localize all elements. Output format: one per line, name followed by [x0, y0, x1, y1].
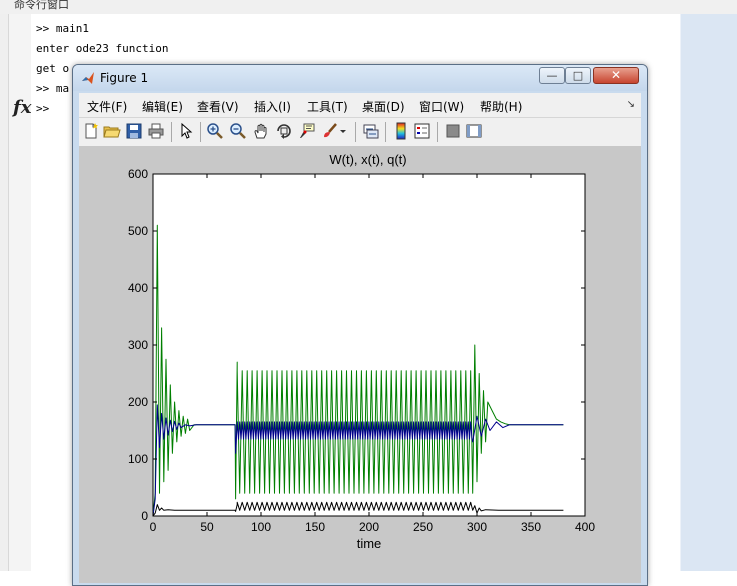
toolbar-separator [437, 122, 438, 142]
brush-icon[interactable] [321, 122, 339, 140]
y-tick-label: 200 [128, 395, 148, 409]
minimize-button[interactable]: — [539, 67, 565, 84]
colorbar-icon[interactable] [392, 122, 410, 140]
x-tick-label: 0 [150, 520, 157, 534]
menu-edit[interactable]: 编辑(E) [142, 98, 183, 115]
menu-file[interactable]: 文件(F) [87, 98, 127, 115]
command-line-4: >> ma [36, 82, 70, 95]
close-button[interactable]: ✕ [593, 67, 639, 84]
zoom-in-icon[interactable] [206, 122, 224, 140]
data-cursor-icon[interactable] [298, 122, 316, 140]
maximize-button[interactable]: □ [565, 67, 591, 84]
save-icon[interactable] [125, 122, 143, 140]
toolbar-separator [385, 122, 386, 142]
matlab-logo-icon [82, 72, 94, 84]
brush-dropdown-icon[interactable] [338, 122, 348, 140]
link-plot-icon[interactable] [362, 122, 380, 140]
menu-overflow-icon[interactable]: ↘ [627, 99, 635, 110]
pan-hand-icon[interactable] [252, 122, 270, 140]
chart-title: W(t), x(t), q(t) [329, 152, 406, 167]
x-tick-label: 300 [467, 520, 487, 534]
menu-help[interactable]: 帮助(H) [480, 98, 522, 115]
command-window-title: 命令行窗口 [0, 0, 737, 14]
figure-window: Figure 1 — □ ✕ 文件(F) 编辑(E) 查看(V) 插入(I) 工… [72, 64, 648, 586]
y-tick-label: 0 [141, 509, 148, 523]
x-tick-label: 100 [251, 520, 271, 534]
maximize-icon: □ [572, 69, 584, 82]
toolbar-separator [355, 122, 356, 142]
print-icon[interactable] [147, 122, 165, 140]
menu-window[interactable]: 窗口(W) [419, 98, 464, 115]
menu-view[interactable]: 查看(V) [197, 98, 239, 115]
menu-insert[interactable]: 插入(I) [254, 98, 291, 115]
menu-desktop[interactable]: 桌面(D) [362, 98, 405, 115]
plot-area: W(t), x(t), q(t) 0 50 100 150 200 250 300 350 40… [79, 146, 641, 583]
command-line-2: enter ode23 function [36, 42, 169, 55]
legend-icon[interactable] [413, 122, 431, 140]
menu-tools[interactable]: 工具(T) [307, 98, 348, 115]
x-tick-label: 200 [359, 520, 379, 534]
toolbar-separator [200, 122, 201, 142]
x-tick-label: 150 [305, 520, 325, 534]
open-file-icon[interactable] [103, 122, 121, 140]
right-panel-strip [640, 14, 737, 571]
y-tick-label: 500 [128, 224, 148, 238]
left-panel-strip [0, 14, 9, 571]
command-prompt[interactable]: >> [36, 102, 49, 115]
rotate-3d-icon[interactable] [275, 122, 293, 140]
y-tick-label: 100 [128, 452, 148, 466]
show-plot-tools-icon[interactable] [465, 122, 483, 140]
command-line-3: get o [36, 62, 70, 75]
menu-bar: 文件(F) 编辑(E) 查看(V) 插入(I) 工具(T) 桌面(D) 窗口(W… [79, 93, 641, 117]
fx-icon[interactable]: fx [13, 97, 31, 118]
figure-client-area: 文件(F) 编辑(E) 查看(V) 插入(I) 工具(T) 桌面(D) 窗口(W… [79, 93, 641, 583]
y-tick-label: 400 [128, 281, 148, 295]
x-tick-label: 50 [200, 520, 214, 534]
figure-toolbar [79, 117, 641, 147]
x-tick-label: 250 [413, 520, 433, 534]
minimize-icon: — [546, 69, 558, 82]
select-arrow-icon[interactable] [177, 122, 195, 140]
figure-title: Figure 1 [100, 71, 149, 85]
command-line-1: >> main1 [36, 22, 89, 35]
x-tick-label: 350 [521, 520, 541, 534]
y-tick-label: 300 [128, 338, 148, 352]
x-axis-label: time [357, 536, 382, 551]
x-tick-label: 400 [575, 520, 595, 534]
chart[interactable]: W(t), x(t), q(t) 0 50 100 150 200 250 300 350 40… [79, 146, 641, 583]
y-tick-label: 600 [128, 167, 148, 181]
figure-titlebar[interactable]: Figure 1 — □ ✕ [73, 65, 647, 91]
hide-plot-tools-icon[interactable] [444, 122, 462, 140]
zoom-out-icon[interactable] [229, 122, 247, 140]
close-icon: ✕ [610, 68, 622, 82]
toolbar-separator [171, 122, 172, 142]
new-figure-icon[interactable] [82, 122, 100, 140]
